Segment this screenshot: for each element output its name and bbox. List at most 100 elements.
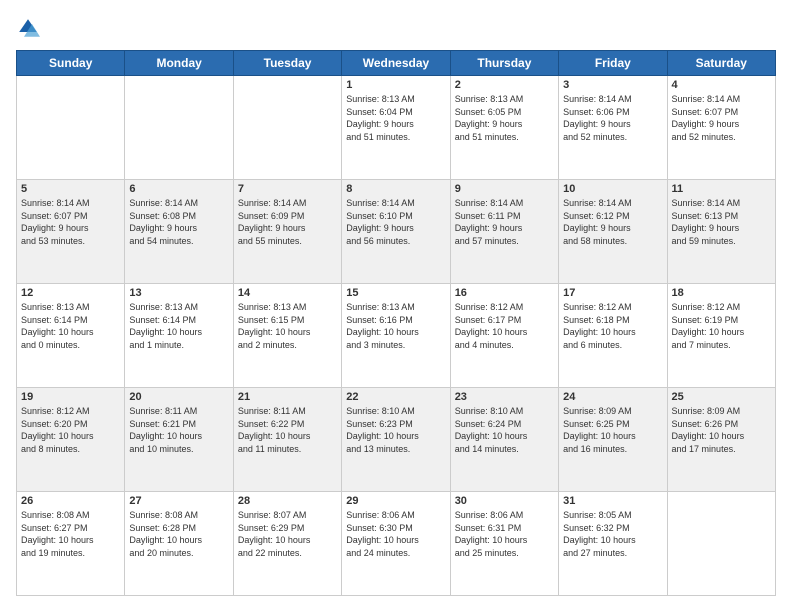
calendar-week-2: 5 Sunrise: 8:14 AM Sunset: 6:07 PM Daylig…	[17, 180, 776, 284]
day-number: 28	[238, 495, 337, 507]
calendar-header-row: SundayMondayTuesdayWednesdayThursdayFrid…	[17, 51, 776, 76]
day-header-sunday: Sunday	[17, 51, 125, 76]
calendar-cell: 12 Sunrise: 8:13 AM Sunset: 6:14 PM Dayli…	[17, 284, 125, 388]
calendar-cell: 14 Sunrise: 8:13 AM Sunset: 6:15 PM Dayli…	[233, 284, 341, 388]
day-info: Sunrise: 8:13 AM Sunset: 6:14 PM Dayligh…	[129, 301, 228, 351]
day-info: Sunrise: 8:14 AM Sunset: 6:08 PM Dayligh…	[129, 197, 228, 247]
calendar-cell: 26 Sunrise: 8:08 AM Sunset: 6:27 PM Dayli…	[17, 492, 125, 596]
day-number: 17	[563, 287, 662, 299]
calendar-cell: 20Sunrise: 8:11 AM Sunset: 6:21 PM Dayli…	[125, 388, 233, 492]
day-info: Sunrise: 8:13 AM Sunset: 6:15 PM Dayligh…	[238, 301, 337, 351]
day-info: Sunrise: 8:10 AM Sunset: 6:23 PM Dayligh…	[346, 405, 445, 455]
day-number: 7	[238, 183, 337, 195]
day-info: Sunrise: 8:05 AM Sunset: 6:32 PM Dayligh…	[563, 509, 662, 559]
calendar-week-5: 26 Sunrise: 8:08 AM Sunset: 6:27 PM Dayli…	[17, 492, 776, 596]
logo-icon	[16, 16, 40, 40]
day-number: 20	[129, 391, 228, 403]
calendar-cell: 16 Sunrise: 8:12 AM Sunset: 6:17 PM Dayli…	[450, 284, 558, 388]
calendar-cell: 9Sunrise: 8:14 AM Sunset: 6:11 PM Daylig…	[450, 180, 558, 284]
day-number: 27	[129, 495, 228, 507]
day-info: Sunrise: 8:12 AM Sunset: 6:20 PM Dayligh…	[21, 405, 120, 455]
calendar-cell: 6 Sunrise: 8:14 AM Sunset: 6:08 PM Daylig…	[125, 180, 233, 284]
calendar-cell: 23Sunrise: 8:10 AM Sunset: 6:24 PM Dayli…	[450, 388, 558, 492]
calendar-cell: 17 Sunrise: 8:12 AM Sunset: 6:18 PM Dayli…	[559, 284, 667, 388]
calendar-cell: 10 Sunrise: 8:14 AM Sunset: 6:12 PM Dayli…	[559, 180, 667, 284]
calendar-cell: 27 Sunrise: 8:08 AM Sunset: 6:28 PM Dayli…	[125, 492, 233, 596]
day-info: Sunrise: 8:12 AM Sunset: 6:17 PM Dayligh…	[455, 301, 554, 351]
day-info: Sunrise: 8:14 AM Sunset: 6:11 PM Dayligh…	[455, 197, 554, 247]
calendar-cell: 19 Sunrise: 8:12 AM Sunset: 6:20 PM Dayli…	[17, 388, 125, 492]
calendar: SundayMondayTuesdayWednesdayThursdayFrid…	[16, 50, 776, 596]
day-header-wednesday: Wednesday	[342, 51, 450, 76]
calendar-cell: 30 Sunrise: 8:06 AM Sunset: 6:31 PM Dayli…	[450, 492, 558, 596]
day-number: 4	[672, 79, 771, 91]
day-number: 31	[563, 495, 662, 507]
day-header-monday: Monday	[125, 51, 233, 76]
day-number: 13	[129, 287, 228, 299]
day-info: Sunrise: 8:11 AM Sunset: 6:22 PM Dayligh…	[238, 405, 337, 455]
logo	[16, 16, 44, 40]
calendar-cell: 8Sunrise: 8:14 AM Sunset: 6:10 PM Daylig…	[342, 180, 450, 284]
calendar-cell: 29 Sunrise: 8:06 AM Sunset: 6:30 PM Dayli…	[342, 492, 450, 596]
day-number: 15	[346, 287, 445, 299]
day-header-saturday: Saturday	[667, 51, 775, 76]
day-info: Sunrise: 8:14 AM Sunset: 6:13 PM Dayligh…	[672, 197, 771, 247]
calendar-cell: 5 Sunrise: 8:14 AM Sunset: 6:07 PM Daylig…	[17, 180, 125, 284]
day-number: 19	[21, 391, 120, 403]
header	[16, 16, 776, 40]
day-info: Sunrise: 8:13 AM Sunset: 6:16 PM Dayligh…	[346, 301, 445, 351]
day-number: 14	[238, 287, 337, 299]
day-number: 26	[21, 495, 120, 507]
day-info: Sunrise: 8:12 AM Sunset: 6:19 PM Dayligh…	[672, 301, 771, 351]
day-number: 1	[346, 79, 445, 91]
day-number: 5	[21, 183, 120, 195]
day-info: Sunrise: 8:14 AM Sunset: 6:07 PM Dayligh…	[21, 197, 120, 247]
day-info: Sunrise: 8:14 AM Sunset: 6:12 PM Dayligh…	[563, 197, 662, 247]
day-number: 30	[455, 495, 554, 507]
calendar-cell: 31 Sunrise: 8:05 AM Sunset: 6:32 PM Dayli…	[559, 492, 667, 596]
day-number: 6	[129, 183, 228, 195]
day-info: Sunrise: 8:08 AM Sunset: 6:28 PM Dayligh…	[129, 509, 228, 559]
calendar-cell: 21 Sunrise: 8:11 AM Sunset: 6:22 PM Dayli…	[233, 388, 341, 492]
day-info: Sunrise: 8:07 AM Sunset: 6:29 PM Dayligh…	[238, 509, 337, 559]
calendar-cell: 3 Sunrise: 8:14 AM Sunset: 6:06 PM Daylig…	[559, 76, 667, 180]
day-info: Sunrise: 8:13 AM Sunset: 6:14 PM Dayligh…	[21, 301, 120, 351]
day-number: 25	[672, 391, 771, 403]
day-info: Sunrise: 8:06 AM Sunset: 6:31 PM Dayligh…	[455, 509, 554, 559]
calendar-week-1: 1Sunrise: 8:13 AM Sunset: 6:04 PM Daylig…	[17, 76, 776, 180]
day-info: Sunrise: 8:14 AM Sunset: 6:09 PM Dayligh…	[238, 197, 337, 247]
calendar-cell: 22 Sunrise: 8:10 AM Sunset: 6:23 PM Dayli…	[342, 388, 450, 492]
day-info: Sunrise: 8:14 AM Sunset: 6:06 PM Dayligh…	[563, 93, 662, 143]
day-number: 29	[346, 495, 445, 507]
calendar-cell	[125, 76, 233, 180]
day-number: 22	[346, 391, 445, 403]
calendar-week-4: 19 Sunrise: 8:12 AM Sunset: 6:20 PM Dayli…	[17, 388, 776, 492]
day-number: 3	[563, 79, 662, 91]
day-info: Sunrise: 8:13 AM Sunset: 6:05 PM Dayligh…	[455, 93, 554, 143]
day-number: 21	[238, 391, 337, 403]
calendar-cell: 1Sunrise: 8:13 AM Sunset: 6:04 PM Daylig…	[342, 76, 450, 180]
calendar-cell: 2 Sunrise: 8:13 AM Sunset: 6:05 PM Daylig…	[450, 76, 558, 180]
page: SundayMondayTuesdayWednesdayThursdayFrid…	[0, 0, 792, 612]
day-info: Sunrise: 8:10 AM Sunset: 6:24 PM Dayligh…	[455, 405, 554, 455]
day-info: Sunrise: 8:09 AM Sunset: 6:25 PM Dayligh…	[563, 405, 662, 455]
day-header-thursday: Thursday	[450, 51, 558, 76]
calendar-cell	[17, 76, 125, 180]
day-number: 10	[563, 183, 662, 195]
calendar-cell: 28 Sunrise: 8:07 AM Sunset: 6:29 PM Dayli…	[233, 492, 341, 596]
day-number: 11	[672, 183, 771, 195]
calendar-cell: 13 Sunrise: 8:13 AM Sunset: 6:14 PM Dayli…	[125, 284, 233, 388]
calendar-cell: 11 Sunrise: 8:14 AM Sunset: 6:13 PM Dayli…	[667, 180, 775, 284]
day-number: 2	[455, 79, 554, 91]
calendar-cell	[667, 492, 775, 596]
day-number: 16	[455, 287, 554, 299]
day-info: Sunrise: 8:08 AM Sunset: 6:27 PM Dayligh…	[21, 509, 120, 559]
day-number: 12	[21, 287, 120, 299]
calendar-cell	[233, 76, 341, 180]
day-info: Sunrise: 8:06 AM Sunset: 6:30 PM Dayligh…	[346, 509, 445, 559]
day-info: Sunrise: 8:12 AM Sunset: 6:18 PM Dayligh…	[563, 301, 662, 351]
day-number: 24	[563, 391, 662, 403]
calendar-cell: 24 Sunrise: 8:09 AM Sunset: 6:25 PM Dayli…	[559, 388, 667, 492]
calendar-cell: 15 Sunrise: 8:13 AM Sunset: 6:16 PM Dayli…	[342, 284, 450, 388]
day-info: Sunrise: 8:14 AM Sunset: 6:07 PM Dayligh…	[672, 93, 771, 143]
